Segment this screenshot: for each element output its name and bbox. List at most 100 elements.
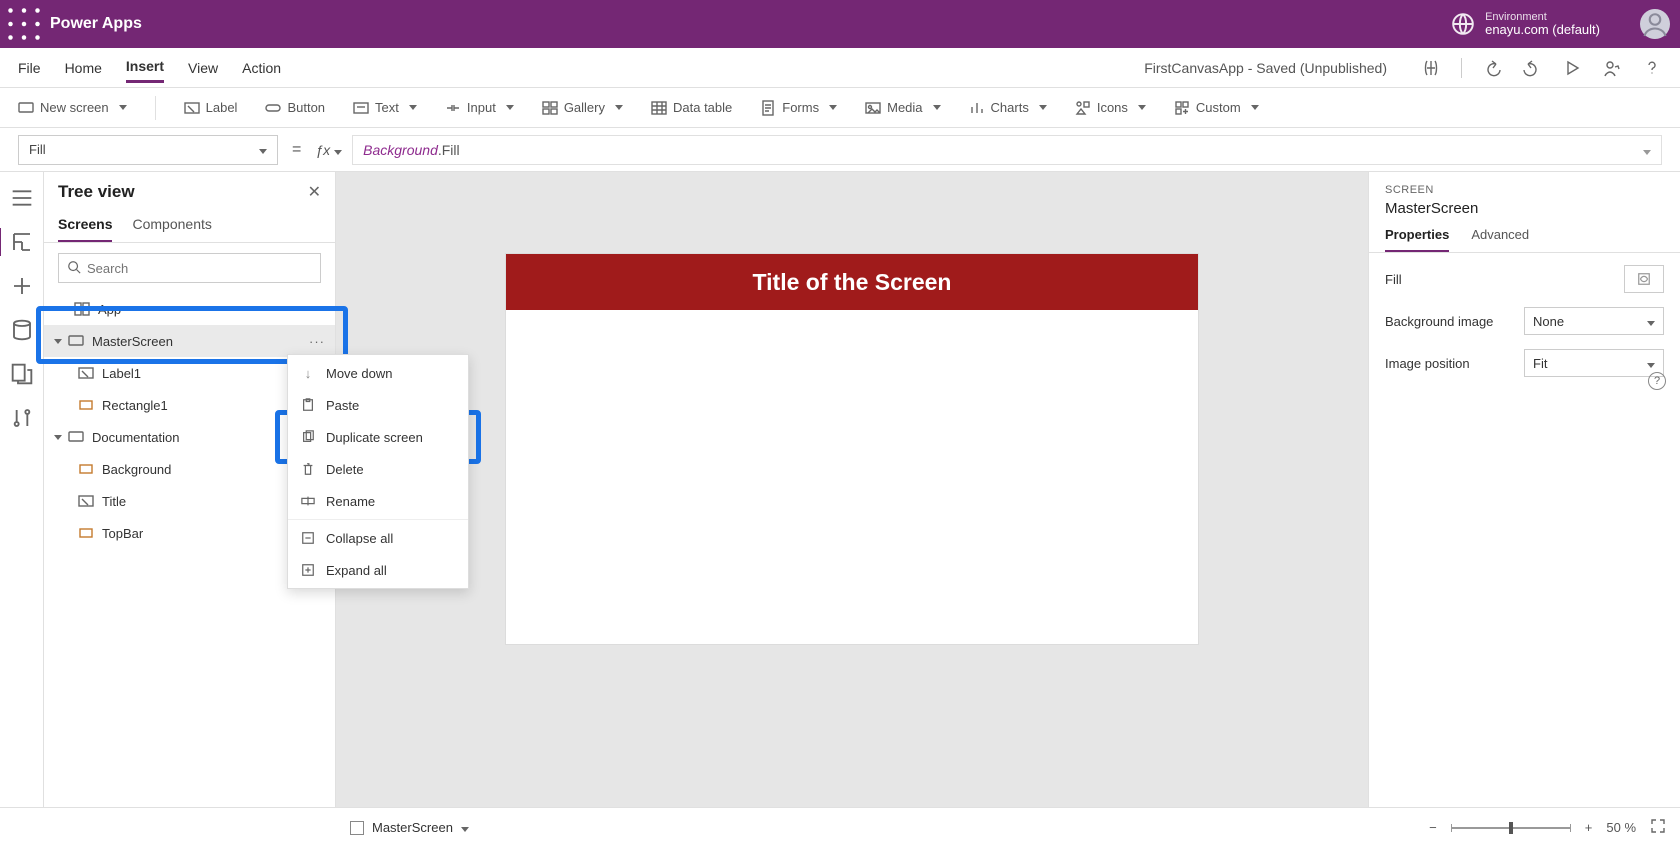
gallery-button[interactable]: Gallery: [542, 100, 623, 116]
canvas-title-text: Title of the Screen: [753, 269, 952, 296]
icons-button[interactable]: Icons: [1075, 100, 1146, 116]
hamburger-icon[interactable]: [10, 186, 34, 210]
cm-paste[interactable]: Paste: [288, 389, 468, 421]
canvas-area[interactable]: Title of the Screen: [336, 172, 1368, 807]
menu-bar: File Home Insert View Action FirstCanvas…: [0, 48, 1680, 88]
zoom-value: 50: [1606, 820, 1620, 835]
zoom-thumb[interactable]: [1509, 822, 1513, 834]
env-value: enayu.com (default): [1485, 23, 1600, 37]
button-text: Button: [287, 100, 325, 115]
cm-label: Duplicate screen: [326, 430, 423, 445]
label-button[interactable]: Label: [184, 100, 238, 116]
chevron-down-icon[interactable]: [52, 431, 64, 443]
add-icon[interactable]: [10, 274, 34, 298]
input-button[interactable]: Input: [445, 100, 514, 116]
charts-button[interactable]: Charts: [969, 100, 1047, 116]
canvas-screen[interactable]: Title of the Screen: [506, 254, 1198, 644]
properties-help-icon[interactable]: ?: [1648, 372, 1666, 390]
screen-icon: [68, 333, 84, 349]
play-icon[interactable]: [1562, 58, 1582, 78]
media-button[interactable]: Media: [865, 100, 940, 116]
environment-selector[interactable]: Environment enayu.com (default): [1485, 11, 1600, 37]
cm-collapse-all[interactable]: Collapse all: [288, 522, 468, 554]
waffle-icon[interactable]: [6, 6, 42, 42]
cm-label: Paste: [326, 398, 359, 413]
data-table-button[interactable]: Data table: [651, 100, 732, 116]
main-area: Tree view ✕ Screens Components App Maste…: [0, 172, 1680, 807]
zoom-slider[interactable]: [1451, 827, 1571, 829]
menu-view[interactable]: View: [188, 54, 218, 82]
tab-screens[interactable]: Screens: [58, 212, 112, 242]
status-screen-selector[interactable]: MasterScreen: [350, 820, 469, 835]
trash-icon: [300, 461, 316, 477]
share-icon[interactable]: [1602, 58, 1622, 78]
fit-screen-icon[interactable]: [1650, 818, 1666, 837]
brand-label[interactable]: Power Apps: [50, 15, 142, 33]
cm-move-down[interactable]: ↓Move down: [288, 357, 468, 389]
node-label: Documentation: [92, 430, 179, 445]
label-text: Label: [206, 100, 238, 115]
tab-properties[interactable]: Properties: [1385, 227, 1449, 252]
redo-icon[interactable]: [1522, 58, 1542, 78]
menu-insert[interactable]: Insert: [126, 52, 164, 83]
cm-duplicate-screen[interactable]: Duplicate screen: [288, 421, 468, 453]
new-screen-label: New screen: [40, 100, 109, 115]
status-bar: MasterScreen − + 50 %: [0, 807, 1680, 847]
menu-action[interactable]: Action: [242, 54, 281, 82]
node-label: App: [98, 302, 121, 317]
custom-button[interactable]: Custom: [1174, 100, 1259, 116]
tab-components[interactable]: Components: [132, 212, 211, 242]
expand-formula-icon[interactable]: [1643, 142, 1651, 158]
chevron-down-icon: [1647, 314, 1655, 329]
data-icon[interactable]: [10, 318, 34, 342]
cm-label: Move down: [326, 366, 392, 381]
tree-node-masterscreen[interactable]: MasterScreen ···: [44, 325, 335, 357]
properties-screen-name: MasterScreen: [1385, 200, 1664, 217]
tree-node-app[interactable]: App: [44, 293, 335, 325]
custom-icon: [1174, 100, 1190, 116]
text-button[interactable]: Text: [353, 100, 417, 116]
bgimage-value: None: [1533, 314, 1564, 329]
chevron-down-icon: [259, 142, 267, 157]
tree-view-icon[interactable]: [10, 230, 34, 254]
bgimage-select[interactable]: None: [1524, 307, 1664, 335]
imgpos-select[interactable]: Fit: [1524, 349, 1664, 377]
cm-label: Rename: [326, 494, 375, 509]
cm-delete[interactable]: Delete: [288, 453, 468, 485]
tools-icon[interactable]: [10, 406, 34, 430]
app-checker-icon[interactable]: [1421, 58, 1441, 78]
help-icon[interactable]: [1642, 58, 1662, 78]
close-icon[interactable]: ✕: [308, 182, 321, 202]
separator: [288, 519, 468, 520]
media-rail-icon[interactable]: [10, 362, 34, 386]
icons-label: Icons: [1097, 100, 1128, 115]
insert-ribbon: New screen Label Button Text Input Galle…: [0, 88, 1680, 128]
forms-button[interactable]: Forms: [760, 100, 837, 116]
menu-file[interactable]: File: [18, 54, 41, 82]
properties-pane: SCREEN MasterScreen Properties Advanced …: [1368, 172, 1680, 807]
fill-color-button[interactable]: [1624, 265, 1664, 293]
menu-home[interactable]: Home: [65, 54, 102, 82]
formula-object-token: Background: [363, 142, 438, 158]
zoom-out-button[interactable]: −: [1429, 820, 1437, 835]
more-icon[interactable]: ···: [309, 334, 325, 349]
chevron-down-icon[interactable]: [52, 335, 64, 347]
node-label: Title: [102, 494, 126, 509]
prop-fill-label: Fill: [1385, 272, 1402, 287]
property-selector[interactable]: Fill: [18, 135, 278, 165]
cm-expand-all[interactable]: Expand all: [288, 554, 468, 586]
node-label: Background: [102, 462, 171, 477]
cm-rename[interactable]: Rename: [288, 485, 468, 517]
tree-search[interactable]: [58, 253, 321, 283]
canvas-title-bar[interactable]: Title of the Screen: [506, 254, 1198, 310]
zoom-in-button[interactable]: +: [1585, 820, 1593, 835]
new-screen-button[interactable]: New screen: [18, 100, 127, 116]
button-button[interactable]: Button: [265, 100, 325, 116]
fx-button[interactable]: ƒx: [315, 142, 342, 158]
tab-advanced[interactable]: Advanced: [1471, 227, 1529, 252]
formula-input[interactable]: Background.Fill: [352, 135, 1662, 165]
search-input[interactable]: [87, 261, 312, 276]
app-header: Power Apps Environment enayu.com (defaul…: [0, 0, 1680, 48]
undo-icon[interactable]: [1482, 58, 1502, 78]
user-avatar[interactable]: [1640, 9, 1670, 39]
